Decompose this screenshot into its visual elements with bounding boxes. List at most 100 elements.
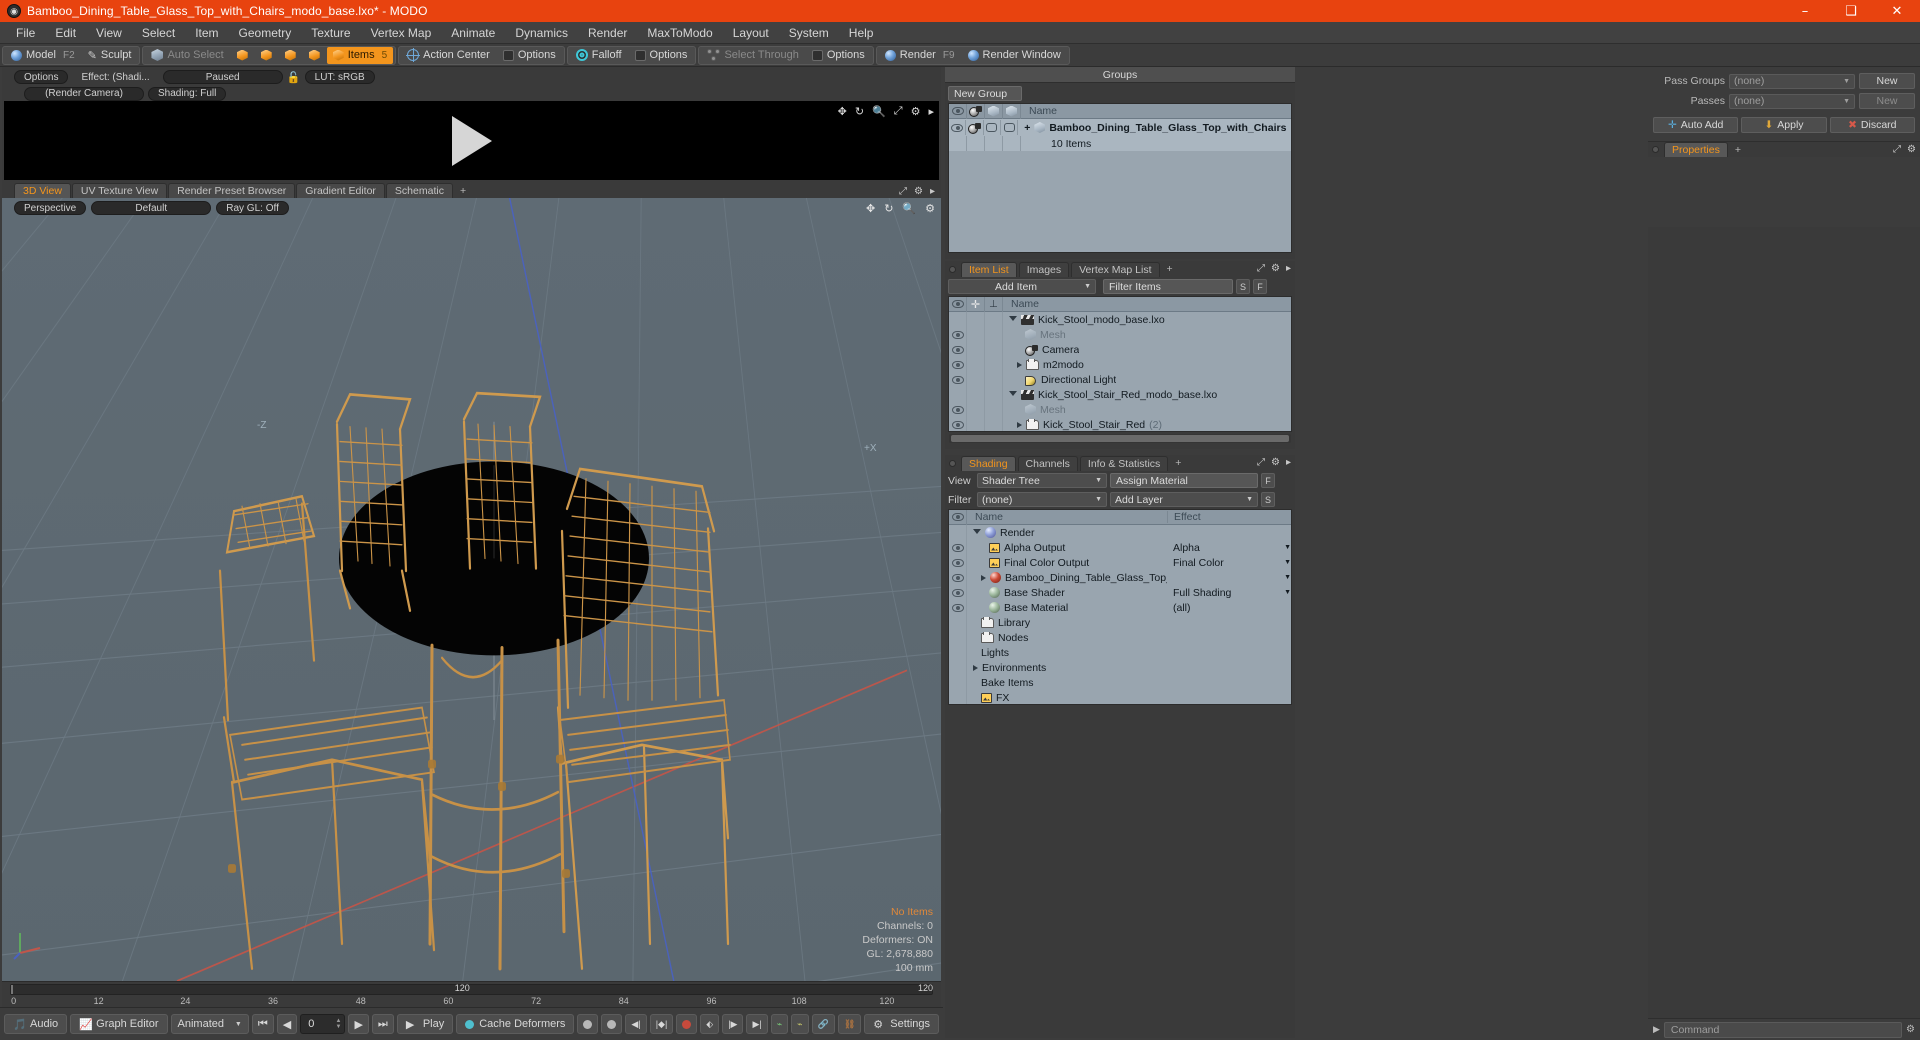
new-group-button[interactable]: New Group	[948, 86, 1022, 101]
tab-uv-texture-view[interactable]: UV Texture View	[71, 183, 168, 198]
render-button[interactable]: Render F9	[879, 47, 961, 64]
viewport-perspective-button[interactable]: Perspective	[14, 201, 87, 215]
preview-lut-button[interactable]: LUT: sRGB	[304, 70, 375, 84]
shader-tree-list[interactable]: Name Effect Render Alpha Output Alpha ▼	[948, 509, 1292, 705]
key-add-button[interactable]: ⬖	[700, 1014, 720, 1034]
fit-icon[interactable]: ⤢	[894, 105, 903, 118]
vertex-mode-button[interactable]	[231, 47, 254, 64]
add-tab-button[interactable]: +	[1170, 456, 1186, 471]
chevron-down-icon[interactable]: ▼	[1284, 559, 1291, 566]
audio-button[interactable]: 🎵 Audio	[4, 1014, 68, 1034]
apply-button[interactable]: ⬇ Apply	[1741, 117, 1827, 133]
row-eye-cell[interactable]	[949, 570, 967, 585]
table-row[interactable]: Final Color Output Final Color ▼	[949, 555, 1291, 570]
panel-bullet-icon[interactable]	[949, 265, 956, 273]
play-button[interactable]: ▶ Play	[396, 1014, 454, 1034]
expand-plus-icon[interactable]: +	[1024, 122, 1030, 134]
menu-dynamics[interactable]: Dynamics	[505, 23, 578, 43]
timeline-playhead[interactable]	[11, 985, 13, 994]
menu-layout[interactable]: Layout	[723, 23, 779, 43]
row-eye-cell[interactable]	[949, 540, 967, 555]
go-to-start-button[interactable]: ⏮	[251, 1014, 274, 1034]
tab-images[interactable]: Images	[1018, 261, 1070, 277]
menu-file[interactable]: File	[6, 23, 45, 43]
filter-s-button[interactable]: S	[1236, 279, 1250, 294]
maximize-button[interactable]: ❑	[1828, 0, 1874, 22]
frame-field[interactable]: 0 ▲ ▼	[300, 1014, 346, 1034]
gear-icon[interactable]: ⚙	[1906, 1024, 1915, 1035]
row-eye-cell[interactable]	[949, 372, 967, 387]
arrow-icon[interactable]: ▸	[928, 105, 934, 118]
tab-3d-view[interactable]: 3D View	[14, 183, 71, 198]
item-list[interactable]: ✛ ⊥ Name Kick_Stool_modo_base.lxo Mesh C…	[948, 296, 1292, 432]
falloff-options-button[interactable]: Options	[629, 47, 694, 64]
add-tab-button[interactable]: +	[1162, 262, 1178, 277]
settings-button[interactable]: ⚙ Settings	[864, 1014, 939, 1034]
timeline[interactable]: 0 12 24 36 48 60 72 84 96 108 120 120 12…	[2, 981, 941, 1007]
filter-items-input[interactable]: Filter Items	[1103, 279, 1233, 294]
animated-dropdown[interactable]: Animated ▼	[170, 1014, 249, 1034]
zoom-icon[interactable]: 🔍	[872, 105, 886, 118]
select-through-options-button[interactable]: Options	[806, 47, 871, 64]
step-back-button[interactable]: ◀	[276, 1014, 298, 1034]
key-mode-button[interactable]	[577, 1014, 599, 1034]
menu-maxtomodo[interactable]: MaxToModo	[637, 23, 722, 43]
gear-icon[interactable]: ⚙	[1907, 144, 1916, 155]
table-row[interactable]: Base Material (all)	[949, 600, 1291, 615]
expand-triangle-icon[interactable]	[1017, 421, 1022, 428]
preview-effect-label[interactable]: Effect: (Shadi...	[72, 70, 158, 84]
new-pass-button[interactable]: New	[1859, 93, 1915, 109]
key-mode-alt-button[interactable]	[601, 1014, 623, 1034]
menu-vertex-map[interactable]: Vertex Map	[361, 23, 442, 43]
move-icon[interactable]: ✥	[838, 105, 847, 118]
menu-item[interactable]: Item	[185, 23, 228, 43]
model-mode-button[interactable]: Model F2	[5, 47, 81, 64]
action-center-button[interactable]: Action Center	[401, 47, 496, 64]
assign-material-button[interactable]: Assign Material	[1110, 473, 1258, 488]
table-row[interactable]: + Bamboo_Dining_Table_Glass_Top_with_Cha…	[949, 119, 1291, 136]
3d-viewport[interactable]: Perspective Default Ray GL: Off ✥ ↻ 🔍 ⚙ …	[2, 198, 941, 981]
table-row[interactable]: Mesh	[949, 402, 1291, 417]
minimize-button[interactable]: –	[1782, 0, 1828, 22]
tab-gradient-editor[interactable]: Gradient Editor	[296, 183, 385, 198]
viewport-raygl-button[interactable]: Ray GL: Off	[216, 201, 289, 215]
panel-bullet-icon[interactable]	[949, 459, 956, 467]
table-row[interactable]: Library	[949, 615, 1291, 630]
discard-button[interactable]: ✖ Discard	[1829, 117, 1915, 133]
pass-groups-dropdown[interactable]: (none) ▼	[1729, 73, 1855, 89]
table-row[interactable]: Kick_Stool_modo_base.lxo	[949, 312, 1291, 327]
tab-schematic[interactable]: Schematic	[385, 183, 453, 198]
table-row[interactable]: Kick_Stool_Stair_Red_modo_base.lxo	[949, 387, 1291, 402]
row-eye-cell[interactable]	[949, 327, 967, 342]
go-to-end-button[interactable]: ⏭	[371, 1014, 394, 1034]
panel-bullet-icon[interactable]	[1652, 146, 1659, 153]
menu-help[interactable]: Help	[839, 23, 884, 43]
key-left-button[interactable]: ◀|	[625, 1014, 647, 1034]
auto-select-button[interactable]: Auto Select	[145, 47, 229, 64]
menu-render[interactable]: Render	[578, 23, 637, 43]
row-eye-cell[interactable]	[949, 585, 967, 600]
menu-geometry[interactable]: Geometry	[229, 23, 302, 43]
key-center-button[interactable]: |◆|	[649, 1014, 674, 1034]
row-eye-cell[interactable]	[949, 555, 967, 570]
passes-dropdown[interactable]: (none) ▼	[1729, 93, 1855, 109]
add-tab-button[interactable]: +	[1730, 142, 1746, 157]
arrow-icon[interactable]: ▸	[1286, 263, 1291, 274]
row-eye-cell[interactable]	[949, 402, 967, 417]
new-pass-group-button[interactable]: New	[1859, 73, 1915, 89]
arrow-icon[interactable]: ▸	[1286, 457, 1291, 468]
collapse-triangle-icon[interactable]	[973, 528, 981, 537]
row-cube1-toggle[interactable]	[984, 120, 1001, 135]
close-button[interactable]: ✕	[1874, 0, 1920, 22]
table-row[interactable]: m2modo	[949, 357, 1291, 372]
table-row[interactable]: Alpha Output Alpha ▼	[949, 540, 1291, 555]
edge-mode-button[interactable]	[255, 47, 278, 64]
shading-s-button[interactable]: S	[1261, 492, 1275, 507]
tab-properties[interactable]: Properties	[1664, 142, 1728, 157]
falloff-button[interactable]: Falloff	[570, 47, 628, 64]
row-cube2-toggle[interactable]	[1001, 120, 1019, 135]
shader-tree-dropdown[interactable]: Shader Tree ▼	[977, 473, 1107, 488]
shading-f-button[interactable]: F	[1261, 473, 1275, 488]
play-triangle-icon[interactable]	[451, 115, 492, 166]
auto-add-button[interactable]: ✛ Auto Add	[1653, 117, 1739, 133]
